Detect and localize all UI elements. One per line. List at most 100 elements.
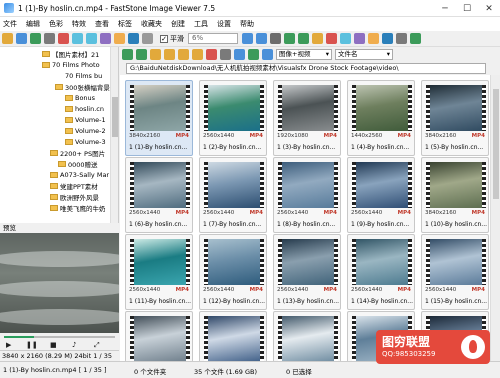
rotate-left-icon[interactable] [72, 33, 83, 44]
zoom-select[interactable]: 6% [188, 33, 238, 44]
thumbnail-item[interactable]: 2560x1440 MP4 1 (2)-By hoslin.cn... [199, 80, 267, 156]
fit-icon[interactable] [142, 33, 153, 44]
refresh-icon[interactable] [262, 48, 273, 60]
thumbnail-item[interactable]: 2560x1440 MP4 1 (8)-By hoslin.cn... [273, 157, 341, 233]
previous-icon[interactable] [284, 33, 295, 44]
thumbnail-item[interactable] [273, 311, 341, 361]
resize-icon[interactable] [114, 33, 125, 44]
thumbnail-item[interactable] [125, 311, 193, 361]
grid-scrollbar[interactable] [490, 75, 500, 361]
zoom-in-icon[interactable] [242, 33, 253, 44]
effects-icon[interactable] [354, 33, 365, 44]
thumbnail-item[interactable]: 2560x1440 MP4 1 (12)-By hoslin.cn... [199, 234, 267, 310]
new-folder-icon[interactable] [164, 48, 175, 60]
thumbnail-item[interactable]: 2560x1440 MP4 1 (15)-By hoslin.cn... [421, 234, 489, 310]
menu-tags[interactable]: 标签 [118, 19, 132, 29]
seek-bar[interactable] [4, 336, 115, 338]
thumbnail-item[interactable]: 3840x2160 MP4 1 (5)-By hoslin.cn... [421, 80, 489, 156]
tree-item[interactable]: 党建PPT素材 [50, 181, 98, 191]
tree-item[interactable]: 2200+ PS图片 [50, 148, 105, 158]
tree-item[interactable]: Bonus [65, 93, 95, 103]
up-folder-icon[interactable] [150, 48, 161, 60]
back-icon[interactable] [122, 48, 133, 60]
view-mode-icon[interactable] [220, 48, 231, 60]
menu-file[interactable]: 文件 [3, 19, 17, 29]
acquire-icon[interactable] [30, 33, 41, 44]
thumbnail-item[interactable]: 1440x2560 MP4 1 (4)-By hoslin.cn... [347, 80, 415, 156]
tree-item[interactable]: Volume-3 [65, 137, 106, 147]
thumbnail-size-icon[interactable] [234, 48, 245, 60]
forward-icon[interactable] [136, 48, 147, 60]
path-input[interactable]: G:\BaiduNetdiskDownload\无人机航拍视频素材\Visual… [126, 62, 486, 74]
thumbnail-item[interactable]: 3840x2160 MP4 1 (10)-By hoslin.cn... [421, 157, 489, 233]
tree-item[interactable]: 70 Films bu [65, 71, 102, 81]
menu-tools[interactable]: 工具 [194, 19, 208, 29]
thumbnail-filename: 1 (14)-By hoslin.cn... [351, 298, 414, 305]
settings-icon[interactable] [396, 33, 407, 44]
open-folder-icon[interactable] [2, 33, 13, 44]
menu-color[interactable]: 色彩 [49, 19, 63, 29]
thumbnail-item[interactable]: 2560x1440 MP4 1 (14)-By hoslin.cn... [347, 234, 415, 310]
file-filter-select[interactable]: 图像+视频 ▾ [276, 48, 332, 60]
tree-item[interactable]: 欧洲野外风景 [50, 192, 99, 202]
menu-favorites[interactable]: 收藏夹 [141, 19, 162, 29]
menu-create[interactable]: 创建 [171, 19, 185, 29]
zoom-out-icon[interactable] [256, 33, 267, 44]
compare-icon[interactable] [312, 33, 323, 44]
slideshow-icon[interactable] [128, 33, 139, 44]
batch-icon[interactable] [382, 33, 393, 44]
delete-file-icon[interactable] [206, 48, 217, 60]
thumbnail-item[interactable]: 2560x1440 MP4 1 (11)-By hoslin.cn... [125, 234, 193, 310]
scroll-thumb[interactable] [112, 97, 118, 137]
exit-icon[interactable] [410, 33, 421, 44]
tree-item[interactable]: A073-Sally Mar [50, 170, 109, 180]
thumbnail-item[interactable]: 2560x1440 MP4 1 (7)-By hoslin.cn... [199, 157, 267, 233]
pause-icon[interactable]: ❚❚ [26, 341, 38, 349]
smooth-checkbox[interactable]: ✓ 平滑 [160, 34, 184, 44]
tree-item[interactable]: hoslin.cn [65, 104, 104, 114]
next-icon[interactable] [298, 33, 309, 44]
tree-item[interactable]: Volume-2 [65, 126, 106, 136]
tree-item[interactable]: 0000赠送 [58, 159, 98, 169]
play-icon[interactable]: ▶ [6, 341, 11, 349]
thumbnail-item[interactable]: 1920x1080 MP4 1 (3)-By hoslin.cn... [273, 80, 341, 156]
stop-icon[interactable]: ■ [50, 341, 57, 349]
maximize-button[interactable]: ☐ [456, 0, 478, 17]
thumbnail-item[interactable]: 2560x1440 MP4 1 (13)-By hoslin.cn... [273, 234, 341, 310]
tree-item[interactable]: 70 Films Photo [42, 60, 100, 70]
tree-scrollbar[interactable] [110, 47, 118, 223]
move-to-icon[interactable] [192, 48, 203, 60]
thumbnail-item[interactable]: 2560x1440 MP4 1 (6)-By hoslin.cn... [125, 157, 193, 233]
tree-item[interactable]: Volume-1 [65, 115, 106, 125]
copy-to-icon[interactable] [178, 48, 189, 60]
thumbnail-item[interactable]: 3840x2160 MP4 1 (1)-By hoslin.cn... [125, 80, 193, 156]
menu-effects[interactable]: 特效 [72, 19, 86, 29]
actual-size-icon[interactable] [270, 33, 281, 44]
tree-item[interactable]: 唯美飞鹰的牛奶 [50, 203, 106, 213]
full-screen-icon[interactable] [340, 33, 351, 44]
thumbnail-filename: 1 (11)-By hoslin.cn... [129, 298, 192, 305]
thumbnail-item[interactable] [199, 311, 267, 361]
menu-view[interactable]: 查看 [95, 19, 109, 29]
menu-settings[interactable]: 设置 [217, 19, 231, 29]
sort-select[interactable]: 文件名 ▾ [335, 48, 393, 60]
minimize-button[interactable]: ─ [434, 0, 456, 17]
tree-item[interactable]: 【图片素材】21 [42, 49, 99, 59]
draw-icon[interactable] [368, 33, 379, 44]
save-icon[interactable] [16, 33, 27, 44]
close-button[interactable]: ✕ [478, 0, 500, 17]
volume-icon[interactable]: ♪ [72, 341, 76, 349]
email-icon[interactable] [58, 33, 69, 44]
delete-icon[interactable] [326, 33, 337, 44]
select-all-icon[interactable] [248, 48, 259, 60]
scroll-thumb[interactable] [493, 89, 499, 199]
print-icon[interactable] [44, 33, 55, 44]
menu-edit[interactable]: 编辑 [26, 19, 40, 29]
crop-icon[interactable] [100, 33, 111, 44]
tree-item[interactable]: 300张横幅背景 [55, 82, 110, 92]
thumbnail-item[interactable]: 2560x1440 MP4 1 (9)-By hoslin.cn... [347, 157, 415, 233]
menu-help[interactable]: 帮助 [240, 19, 254, 29]
rotate-right-icon[interactable] [86, 33, 97, 44]
fullscreen-icon[interactable]: ⤢ [94, 341, 100, 350]
folder-icon [50, 183, 58, 189]
